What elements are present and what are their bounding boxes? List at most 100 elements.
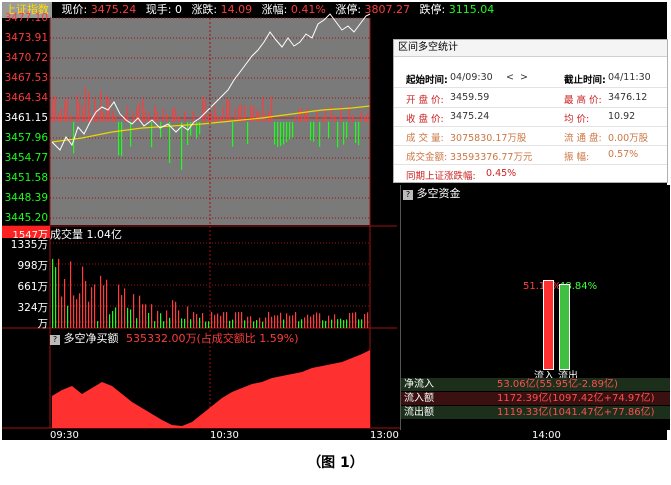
- up-bar: [115, 115, 117, 122]
- up-bar: [184, 111, 186, 122]
- volume-bar: [280, 312, 282, 328]
- close-label: 收 盘 价:: [406, 114, 444, 125]
- amount-label: 成交金额:: [406, 152, 448, 163]
- volume-bar: [52, 258, 54, 328]
- volume-bar: [250, 316, 252, 328]
- volume-tick: 324万: [17, 302, 48, 314]
- volume-bar: [265, 317, 267, 328]
- up-bar: [349, 104, 351, 122]
- up-bar: [268, 110, 270, 122]
- start-value: 04/09:30: [450, 72, 493, 83]
- row-value: 53.06亿(55.95亿-2.89亿): [497, 379, 618, 390]
- volume-bar: [82, 266, 84, 328]
- inflow-bar: [543, 280, 554, 370]
- volume-bar: [322, 320, 324, 328]
- high-value: 3476.12: [608, 92, 648, 103]
- vol-value: 3075830.17万股: [450, 133, 527, 144]
- volume-bar: [223, 312, 225, 328]
- money-flow-title: 多空资金: [416, 187, 461, 200]
- down-bar: [232, 122, 234, 147]
- volume-bar: [268, 311, 270, 328]
- up-bar: [211, 111, 213, 122]
- net-buy-header: ? 多空净买额 535332.00万(占成交额比 1.59%): [50, 330, 299, 346]
- open-label: 开 盘 价:: [406, 95, 444, 106]
- volume-bar: [100, 275, 102, 328]
- volume-bar: [181, 318, 183, 328]
- volume-bar: [139, 295, 141, 328]
- up-bar: [94, 98, 96, 122]
- swing-value: 0.57%: [608, 149, 639, 160]
- volume-bar: [67, 305, 69, 328]
- volume-bar: [316, 312, 318, 328]
- volume-bar: [286, 313, 288, 328]
- next-button[interactable]: >: [520, 72, 528, 83]
- volume-bar: [115, 307, 117, 328]
- down-bar: [319, 122, 321, 147]
- volume-bar: [190, 319, 192, 328]
- up-bar: [298, 108, 300, 122]
- volume-bar: [79, 293, 81, 328]
- up-bar: [58, 113, 60, 122]
- float-label: 流 通 盘:: [564, 133, 602, 144]
- up-bar: [223, 106, 225, 122]
- help-icon[interactable]: ?: [50, 335, 60, 345]
- up-bar: [133, 112, 135, 122]
- volume-bar: [298, 321, 300, 328]
- up-bar: [112, 110, 114, 122]
- interval-stats-popup[interactable]: 区间多空统计 起始时间: 04/09:30 < > 截止时间: 04/11:30…: [393, 39, 668, 183]
- net-inflow-row: 净流入 53.06亿(55.95亿-2.89亿): [401, 378, 670, 391]
- volume-bar: [169, 317, 171, 328]
- period-value: 0.45%: [486, 168, 517, 179]
- volume-bar: [208, 321, 210, 328]
- up-bar: [295, 117, 297, 122]
- volume-bar: [229, 320, 231, 328]
- volume-bar: [121, 295, 123, 328]
- up-bar: [229, 99, 231, 122]
- up-bar: [148, 113, 150, 122]
- up-bar: [340, 105, 342, 122]
- amount-swing-row: 成交金额: 33593376.77万元 振 幅: 0.57%: [394, 145, 667, 165]
- up-bar: [100, 91, 102, 122]
- up-bar: [220, 116, 222, 122]
- volume-bar: [130, 309, 132, 328]
- time-tick: 14:00: [532, 430, 561, 441]
- volume-bar: [277, 315, 279, 328]
- up-bar: [316, 110, 318, 122]
- up-bar: [109, 98, 111, 122]
- volume-bar: [193, 312, 195, 328]
- price-tick: 3451.58: [4, 172, 48, 184]
- volume-bar: [187, 306, 189, 328]
- volume-bar: [283, 319, 285, 328]
- price-tick: 3445.20: [4, 212, 48, 224]
- volume-bar: [361, 319, 363, 328]
- down-bar: [346, 122, 348, 139]
- volume-bar: [61, 296, 63, 328]
- price-tick: 3454.77: [4, 152, 48, 164]
- help-icon[interactable]: ?: [403, 190, 413, 200]
- down-bar: [130, 122, 132, 147]
- volume-bar: [349, 313, 351, 328]
- volume-bar: [358, 319, 360, 328]
- end-label: 截止时间:: [564, 75, 606, 86]
- up-bar: [193, 111, 195, 122]
- volume-bar: [340, 318, 342, 328]
- up-bar: [352, 114, 354, 122]
- down-bar: [121, 122, 123, 157]
- volume-bar: [112, 311, 114, 328]
- volume-bar: [175, 301, 177, 328]
- up-bar: [301, 107, 303, 122]
- volume-bar: [307, 314, 309, 328]
- volume-bar: [166, 310, 168, 328]
- volume-bar: [160, 313, 162, 328]
- up-bar: [172, 108, 174, 122]
- up-bar: [202, 96, 204, 122]
- volume-bar: [247, 316, 249, 328]
- volume-bar: [64, 278, 66, 328]
- open-value: 3459.59: [450, 92, 490, 103]
- down-bar: [358, 122, 360, 146]
- row-name: 流出额: [404, 407, 434, 418]
- volume-bar: [313, 314, 315, 328]
- prev-button[interactable]: <: [506, 72, 514, 83]
- up-bar: [253, 105, 255, 122]
- down-bar: [355, 122, 357, 143]
